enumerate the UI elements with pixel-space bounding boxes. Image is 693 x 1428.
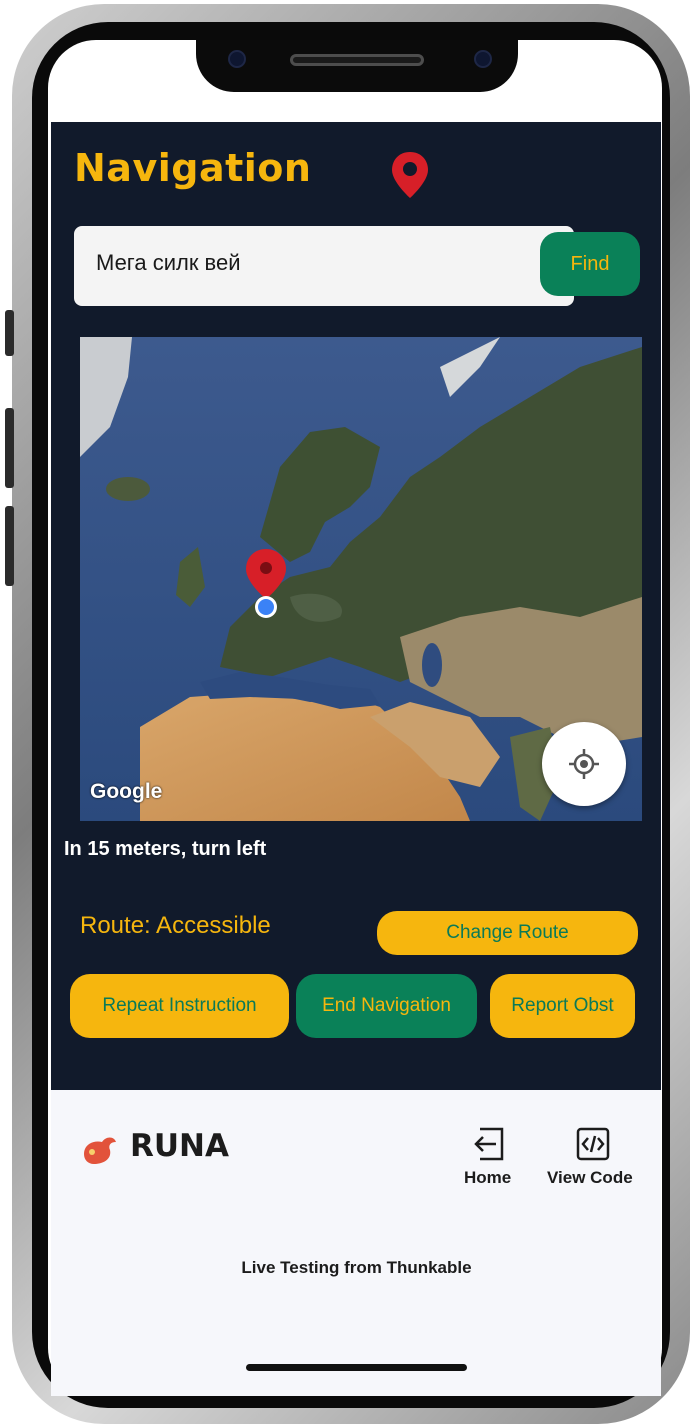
- code-icon[interactable]: [575, 1126, 611, 1162]
- route-status: Route: Accessible: [80, 912, 271, 939]
- change-route-button[interactable]: Change Route: [377, 911, 638, 955]
- home-button[interactable]: Home: [464, 1168, 511, 1188]
- map-attribution: Google: [90, 780, 163, 803]
- end-navigation-button[interactable]: End Navigation: [296, 974, 477, 1038]
- front-sensor: [474, 50, 492, 68]
- navigation-instruction: In 15 meters, turn left: [64, 838, 267, 860]
- my-location-icon: [569, 749, 599, 779]
- view-code-button[interactable]: View Code: [547, 1168, 633, 1188]
- side-button-volume-up: [5, 408, 14, 488]
- side-button-mute: [5, 310, 14, 356]
- map-pin-icon: [392, 152, 428, 198]
- front-camera: [228, 50, 246, 68]
- repeat-instruction-button[interactable]: Repeat Instruction: [70, 974, 289, 1038]
- home-indicator[interactable]: [246, 1364, 467, 1371]
- page-title: Navigation: [74, 146, 312, 190]
- home-exit-icon[interactable]: [472, 1126, 508, 1162]
- app-name: RUNA: [130, 1128, 229, 1164]
- find-button[interactable]: Find: [540, 232, 640, 296]
- my-location-button[interactable]: [542, 722, 626, 806]
- runa-logo-icon: [84, 1137, 116, 1164]
- side-button-volume-down: [5, 506, 14, 586]
- search-input[interactable]: Мега силк вей: [96, 250, 241, 276]
- report-obstacle-button[interactable]: Report Obst: [490, 974, 635, 1038]
- phone-notch: [196, 40, 518, 92]
- earpiece-speaker: [290, 54, 424, 66]
- live-testing-label: Live Testing from Thunkable: [241, 1258, 472, 1277]
